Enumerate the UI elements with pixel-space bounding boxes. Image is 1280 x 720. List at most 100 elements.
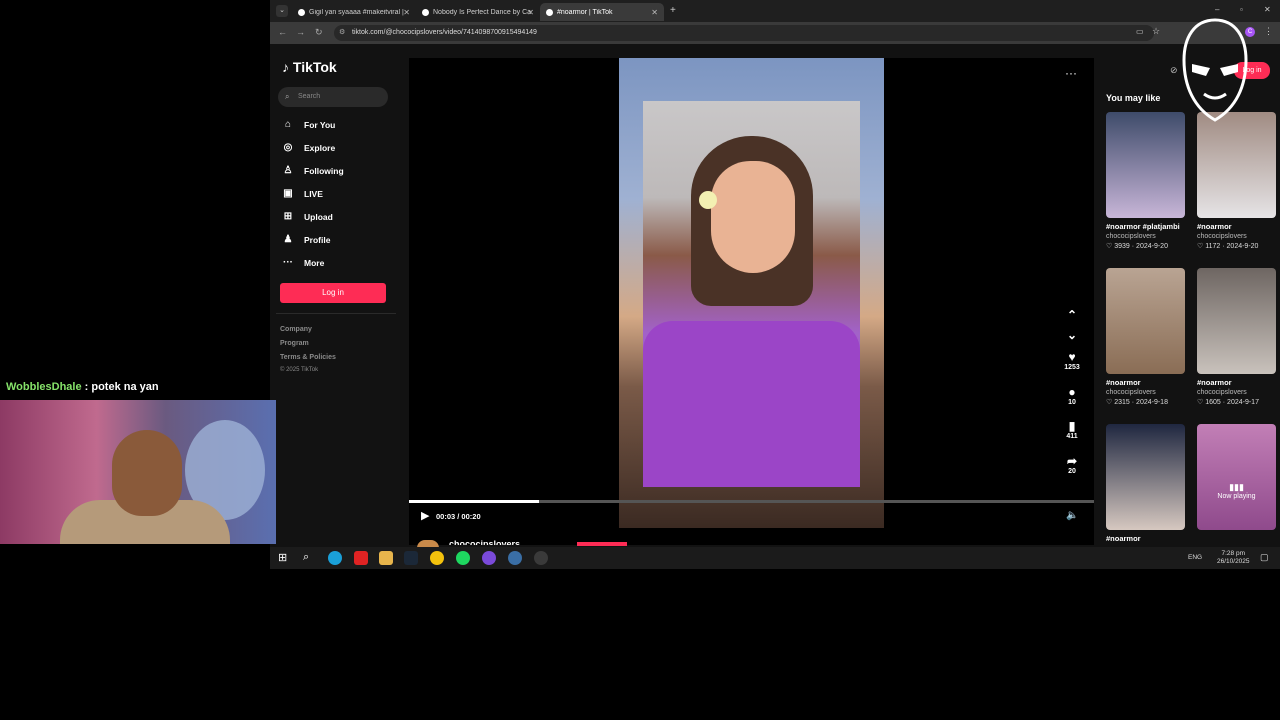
footer-copyright: © 2025 TikTok	[280, 367, 319, 373]
nav-following[interactable]: ♙ Following	[282, 165, 344, 177]
nav-label: Upload	[304, 212, 333, 222]
tab-title: Nobody Is Perfect Dance by Ca	[433, 8, 532, 16]
install-icon[interactable]: ▭	[1136, 27, 1144, 36]
close-tab-icon[interactable]: ✕	[403, 8, 410, 17]
maximize-icon[interactable]: ▫	[1240, 5, 1243, 14]
chat-username: WobblesDhale	[6, 381, 82, 393]
next-video-button[interactable]: ⌄	[1061, 328, 1083, 342]
search-input[interactable]: ⌕ Search	[278, 87, 388, 107]
nav-explore[interactable]: ◎ Explore	[282, 142, 336, 154]
close-tab-icon[interactable]: ✕	[527, 8, 534, 17]
share-count: 20	[1068, 468, 1076, 475]
clock[interactable]: 7:28 pm 26/10/2025	[1217, 550, 1250, 566]
steam-icon[interactable]	[404, 551, 418, 565]
chrome-alt-icon[interactable]	[534, 551, 548, 565]
tiktok-logo[interactable]: ♪ TikTok	[282, 59, 337, 75]
previous-video-button[interactable]: ⌃	[1061, 308, 1083, 322]
tab-2[interactable]: Nobody Is Perfect Dance by Ca ✕	[416, 3, 540, 21]
card-thumbnail[interactable]	[1197, 112, 1276, 218]
tab-1[interactable]: Gigil yan syaaaa #makeitviral | ✕	[292, 3, 416, 21]
volume-icon[interactable]: 🔈	[1066, 510, 1078, 521]
nav-profile[interactable]: ♟ Profile	[282, 234, 331, 246]
card-thumbnail[interactable]	[1197, 268, 1276, 374]
clock-time: 7:28 pm	[1221, 550, 1246, 557]
obs-icon[interactable]	[482, 551, 496, 565]
nav-upload[interactable]: ⊞ Upload	[282, 211, 333, 223]
tiktok-note-icon: ♪	[282, 59, 289, 75]
more-options-icon[interactable]: ···	[1065, 66, 1077, 80]
author-name[interactable]: chococipslovers	[449, 539, 520, 545]
video-player[interactable]: ··· ⌃ ⌄ ♥ 1253 ● 10 ▮ 411 ➦ 20 ▶ 00:03 / 00:…	[409, 58, 1094, 547]
file-explorer-icon[interactable]	[379, 551, 393, 565]
chrome-menu-icon[interactable]: ⋮	[1264, 26, 1273, 37]
tab-3-active[interactable]: #noarmor | TikTok ✕	[540, 3, 664, 21]
app-icon[interactable]	[508, 551, 522, 565]
edge-icon[interactable]	[328, 551, 342, 565]
notification-icon[interactable]: ▢	[1260, 552, 1269, 563]
like-button[interactable]: ♥ 1253	[1061, 350, 1083, 371]
minimize-icon[interactable]: –	[1215, 5, 1219, 14]
card-thumbnail[interactable]	[1106, 268, 1185, 374]
card-meta: ♡ 3939 · 2024-9-20	[1106, 243, 1168, 250]
forward-icon[interactable]: →	[296, 27, 305, 37]
close-window-icon[interactable]: ✕	[1264, 5, 1271, 14]
suggestion-card[interactable]: #noarmor chococipslovers ♡ 1172 · 2024-9…	[1197, 112, 1276, 250]
stream-chat-message: WobblesDhale : potek na yan	[6, 381, 159, 393]
chat-text: : potek na yan	[81, 381, 159, 393]
search-icon: ⌕	[285, 92, 290, 101]
share-icon: ➦	[1066, 454, 1078, 468]
nav-more[interactable]: ··· More	[282, 257, 324, 269]
windows-start-icon[interactable]: ⊞	[278, 551, 287, 564]
card-caption: #noarmor	[1106, 534, 1141, 543]
card-thumbnail[interactable]: ▮▮▮ Now playing	[1197, 424, 1276, 530]
card-meta: ♡ 2315 · 2024-9-18	[1106, 399, 1168, 406]
save-button[interactable]: ▮ 411	[1061, 419, 1083, 440]
site-info-icon[interactable]: ⚙	[339, 25, 345, 41]
card-author: chococipslovers	[1197, 389, 1247, 396]
video-frame[interactable]	[619, 58, 884, 528]
reload-icon[interactable]: ↻	[315, 27, 323, 38]
card-caption: #noarmor #platjambi	[1106, 222, 1180, 231]
card-author: chococipslovers	[1197, 233, 1247, 240]
tiktok-favicon-icon	[546, 8, 553, 16]
card-meta: ♡ 1605 · 2024-9-17	[1197, 399, 1259, 406]
comment-button[interactable]: ● 10	[1061, 385, 1083, 406]
share-button[interactable]: ➦ 20	[1061, 454, 1083, 475]
language-indicator[interactable]: ENG	[1188, 554, 1202, 561]
card-thumbnail[interactable]	[1106, 424, 1185, 530]
youtube-icon[interactable]	[354, 551, 368, 565]
spotify-icon[interactable]	[456, 551, 470, 565]
suggestion-card[interactable]: #noarmor #platjambi chococipslovers ♡ 39…	[1106, 112, 1185, 250]
nav-live[interactable]: ▣ LIVE	[282, 188, 323, 200]
profile-icon: ♟	[283, 234, 293, 245]
like-count: 1253	[1064, 364, 1080, 371]
search-icon[interactable]: ⌕	[303, 551, 309, 564]
back-icon[interactable]: ←	[278, 27, 287, 37]
author-avatar[interactable]	[417, 540, 439, 547]
nav-for-you[interactable]: ⌂ For You	[282, 119, 335, 131]
follow-button[interactable]	[577, 542, 627, 546]
tab-search-icon[interactable]: ⌄	[276, 5, 288, 17]
chrome-icon[interactable]	[430, 551, 444, 565]
footer-terms[interactable]: Terms & Policies	[280, 354, 336, 361]
card-author: chococipslovers	[1106, 389, 1156, 396]
card-caption: #noarmor	[1197, 378, 1232, 387]
video-subject-face	[711, 161, 795, 273]
url-input[interactable]: ⚙ tiktok.com/@chococipslovers/video/7414…	[334, 25, 1154, 41]
suggestion-card[interactable]: #noarmor	[1106, 424, 1185, 543]
more-icon: ···	[283, 257, 293, 268]
nav-label: Explore	[304, 143, 336, 153]
bookmark-star-icon[interactable]: ☆	[1152, 26, 1160, 37]
heart-icon: ♡	[1106, 399, 1115, 406]
new-tab-icon[interactable]: +	[670, 5, 676, 16]
login-button[interactable]: Log in	[280, 283, 386, 303]
card-thumbnail[interactable]	[1106, 112, 1185, 218]
close-tab-icon[interactable]: ✕	[651, 8, 658, 17]
footer-company[interactable]: Company	[280, 326, 312, 333]
footer-program[interactable]: Program	[280, 340, 309, 347]
suggestion-card[interactable]: #noarmor chococipslovers ♡ 1605 · 2024-9…	[1197, 268, 1276, 406]
heart-icon: ♡	[1197, 243, 1206, 250]
play-icon[interactable]: ▶	[421, 509, 429, 522]
suggestion-card[interactable]: #noarmor chococipslovers ♡ 2315 · 2024-9…	[1106, 268, 1185, 406]
suggestion-card-now-playing[interactable]: ▮▮▮ Now playing	[1197, 424, 1276, 530]
